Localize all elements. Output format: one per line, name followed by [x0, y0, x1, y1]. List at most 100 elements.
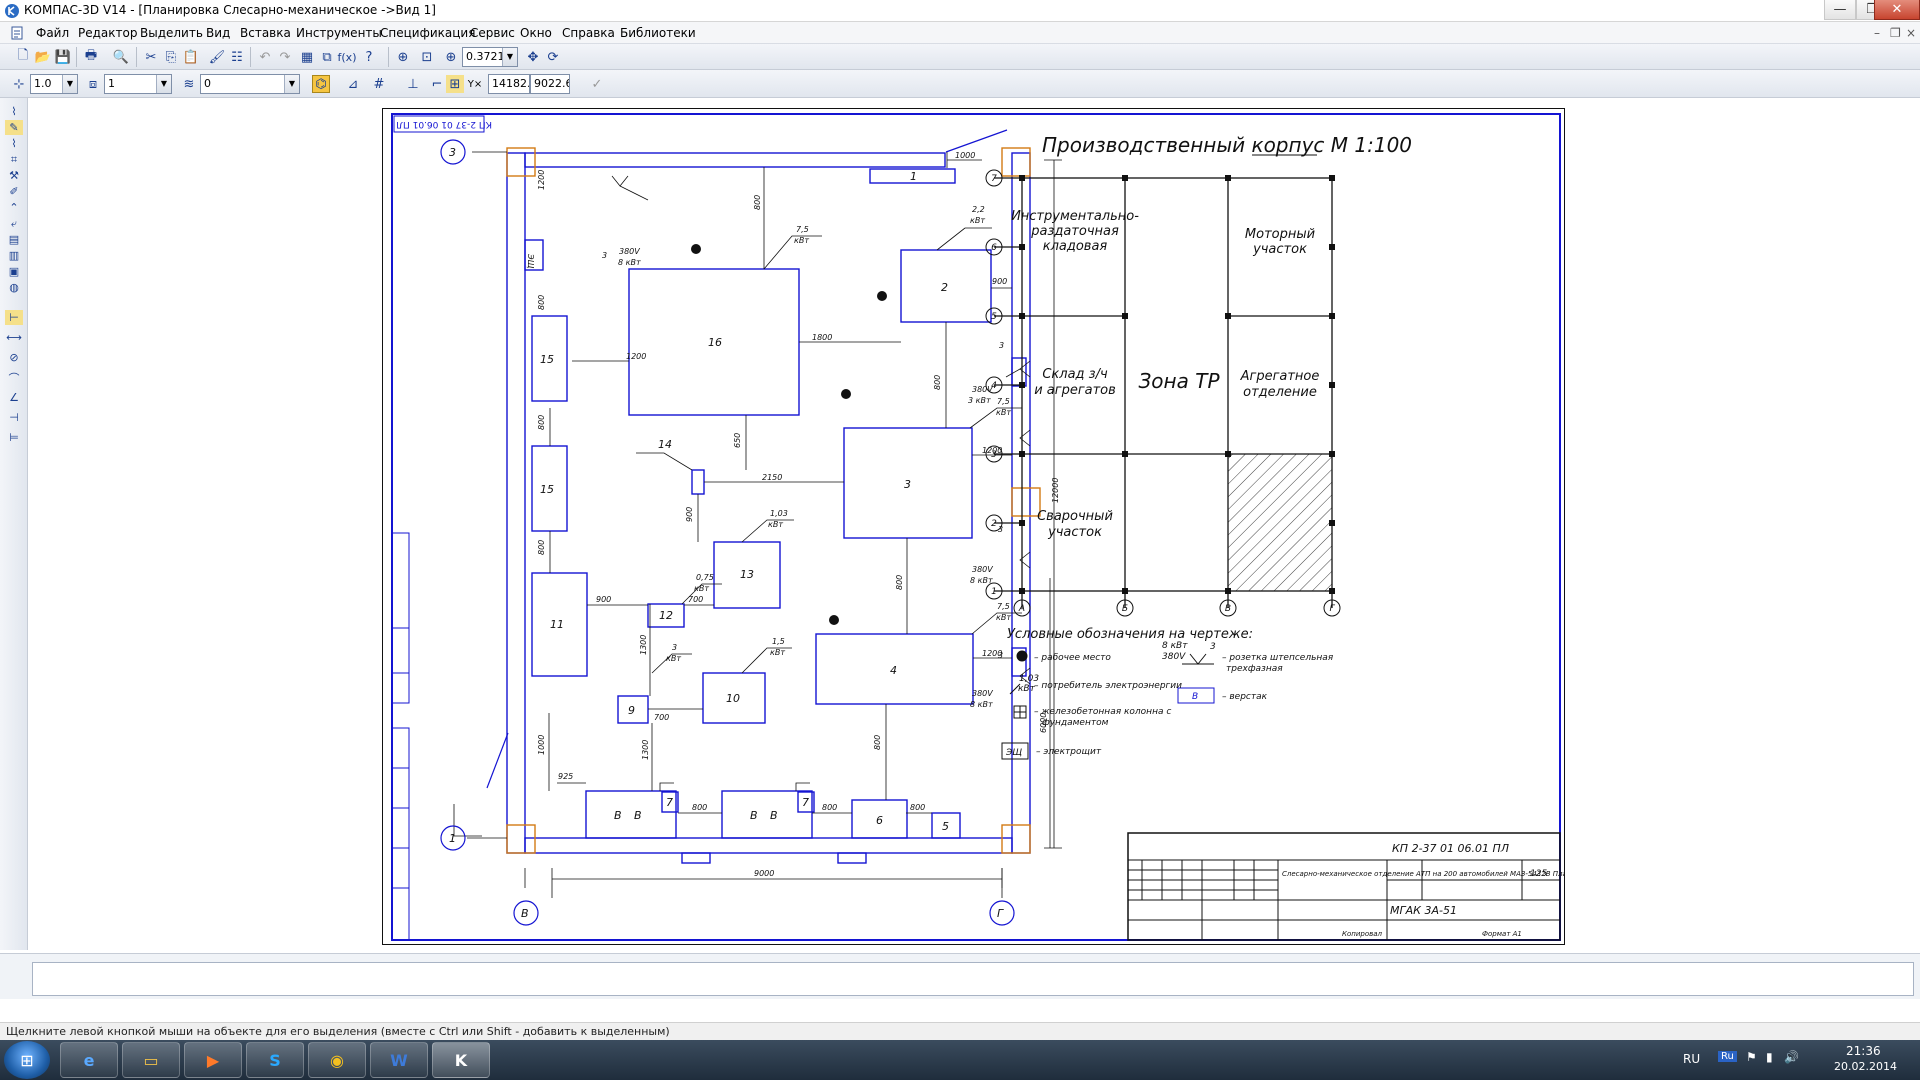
ortho-mode-icon[interactable]: ⌐ [428, 75, 446, 93]
equipment-10-label: 10 [726, 692, 740, 705]
manager-icon[interactable]: ▦ [298, 48, 316, 66]
select-icon[interactable]: ⌃ [5, 200, 23, 215]
coord-x-field[interactable]: 14182.26 [488, 74, 530, 94]
height-dim-icon[interactable]: ⊨ [5, 430, 23, 445]
macro-icon[interactable]: ◍ [5, 280, 23, 295]
menu-specification[interactable]: Спецификация [380, 26, 475, 40]
chevron-down-icon[interactable]: ▼ [62, 75, 77, 93]
pan-icon[interactable]: ✥ [524, 48, 542, 66]
media-player-icon[interactable]: ▶ [184, 1042, 242, 1078]
open-folder-icon[interactable]: 📂 [34, 48, 52, 66]
chevron-down-icon[interactable]: ▼ [502, 48, 517, 66]
radial-dim-icon[interactable]: ⟷ [5, 330, 23, 345]
paste-icon[interactable]: 📋 [182, 48, 200, 66]
menu-help[interactable]: Справка [562, 26, 615, 40]
menu-window[interactable]: Окно [520, 26, 552, 40]
mdi-restore-button[interactable]: ❐ [1890, 26, 1901, 40]
parametric-icon[interactable]: ⊞ [446, 75, 464, 93]
function-icon[interactable]: f(x) [338, 48, 357, 66]
menu-view[interactable]: Вид [206, 26, 230, 40]
save-icon[interactable]: 💾 [54, 48, 72, 66]
style-combo[interactable]: 0 ▼ [200, 74, 300, 94]
copy-icon[interactable]: ⎘ [162, 48, 180, 66]
skype-icon[interactable]: S [246, 1042, 304, 1078]
menu-libraries[interactable]: Библиотеки [620, 26, 696, 40]
status-hint: Щелкните левой кнопкой мыши на объекте д… [6, 1025, 670, 1038]
edit-icon[interactable]: ⌗ [5, 152, 23, 167]
minimize-button[interactable]: — [1824, 0, 1856, 20]
zoom-all-icon[interactable]: ⊡ [418, 48, 436, 66]
chevron-down-icon[interactable]: ▼ [156, 75, 171, 93]
dimensions-icon[interactable]: ✎ [5, 120, 23, 135]
menu-editor[interactable]: Редактор [78, 26, 137, 40]
snap-magnet-icon[interactable]: ⌬ [312, 75, 330, 93]
ie-icon[interactable]: e [60, 1042, 118, 1078]
properties-icon[interactable]: ☷ [228, 48, 246, 66]
lang-badge-icon[interactable]: Ru [1718, 1051, 1737, 1062]
grid-step-icon[interactable]: ⊹ [10, 75, 28, 93]
redo-icon[interactable]: ↷ [276, 48, 294, 66]
report-icon[interactable]: ▥ [5, 248, 23, 263]
cut-icon[interactable]: ✂ [142, 48, 160, 66]
style-icon[interactable]: ≋ [180, 75, 198, 93]
undo-icon[interactable]: ↶ [256, 48, 274, 66]
chrome-icon[interactable]: ◉ [308, 1042, 366, 1078]
local-cs-icon[interactable]: ⊥ [404, 75, 422, 93]
menu-select[interactable]: Выделить [140, 26, 203, 40]
help-pointer-icon[interactable]: ? [360, 48, 378, 66]
parametrize-icon[interactable]: ⚒ [5, 168, 23, 183]
spec-icon[interactable]: ▤ [5, 232, 23, 247]
angle-dim-icon[interactable]: ∠ [5, 390, 23, 405]
clock-time[interactable]: 21:36 [1846, 1044, 1881, 1058]
drawing-sheet[interactable]: КП 2-37 01 06.01 ПЛ 3 1 В Г 1 2 3 4 5 6 … [382, 108, 1565, 945]
layer-icon[interactable]: ⧈ [84, 75, 102, 93]
kompas-taskbar-icon[interactable]: K [432, 1042, 490, 1078]
print-preview-icon[interactable]: 🔍 [112, 48, 130, 66]
menu-file[interactable]: Файл [36, 26, 69, 40]
dim-900-c: 900 [685, 507, 694, 522]
language-indicator[interactable]: RU [1683, 1052, 1700, 1066]
menu-insert[interactable]: Вставка [240, 26, 291, 40]
step-combo[interactable]: 1.0 ▼ [30, 74, 78, 94]
apply-icon[interactable]: ✓ [588, 75, 606, 93]
zoom-in-icon[interactable]: ⊕ [442, 48, 460, 66]
flag-icon[interactable]: ⚑ [1746, 1050, 1757, 1064]
zoom-combo[interactable]: 0.3721 ▼ [462, 47, 518, 67]
word-icon[interactable]: W [370, 1042, 428, 1078]
format-brush-icon[interactable]: 🖌 [208, 48, 226, 66]
chevron-down-icon[interactable]: ▼ [284, 75, 299, 93]
socket-1-v: 380V [619, 247, 640, 256]
zoom-window-icon[interactable]: ⊕ [394, 48, 412, 66]
coord-y-field[interactable]: 9022.64 [530, 74, 570, 94]
grid-icon[interactable]: # [370, 75, 388, 93]
geometry-icon[interactable]: ⌇ [5, 104, 23, 119]
associative-icon[interactable]: ⤶ [5, 216, 23, 231]
clock-date[interactable]: 20.02.2014 [1834, 1060, 1897, 1073]
insert-icon[interactable]: ▣ [5, 264, 23, 279]
menu-service[interactable]: Сервис [470, 26, 515, 40]
linear-dim-icon[interactable]: ⊢ [5, 310, 23, 325]
menu-tools[interactable]: Инструменты [296, 26, 382, 40]
new-file-icon[interactable]: 🗋 [14, 48, 32, 66]
dim-925: 925 [558, 772, 573, 781]
refresh-view-icon[interactable]: ⟳ [544, 48, 562, 66]
measure-icon[interactable]: ✐ [5, 184, 23, 199]
chain-dim-icon[interactable]: ⊣ [5, 410, 23, 425]
network-icon[interactable]: ▮ [1766, 1050, 1773, 1064]
explorer-icon[interactable]: ▭ [122, 1042, 180, 1078]
properties-content[interactable] [32, 962, 1914, 996]
mdi-minimize-button[interactable]: – [1874, 26, 1880, 40]
print-icon[interactable]: 🖶 [82, 48, 100, 66]
start-button[interactable]: ⊞ [4, 1041, 50, 1079]
close-button[interactable]: ✕ [1874, 0, 1920, 20]
library-icon[interactable]: ⧉ [318, 48, 336, 66]
volume-icon[interactable]: 🔊 [1784, 1050, 1799, 1064]
orthogonal-icon[interactable]: ⊿ [344, 75, 362, 93]
legend-title: Условные обозначения на чертеже: [1007, 627, 1253, 642]
notation-icon[interactable]: ⌇ [5, 136, 23, 151]
mdi-close-button[interactable]: × [1906, 26, 1916, 40]
diameter-dim-icon[interactable]: ⊘ [5, 350, 23, 365]
layer-combo[interactable]: 1 ▼ [104, 74, 172, 94]
document-icon[interactable] [10, 26, 24, 40]
arc-dim-icon[interactable]: ⌒ [5, 370, 23, 385]
